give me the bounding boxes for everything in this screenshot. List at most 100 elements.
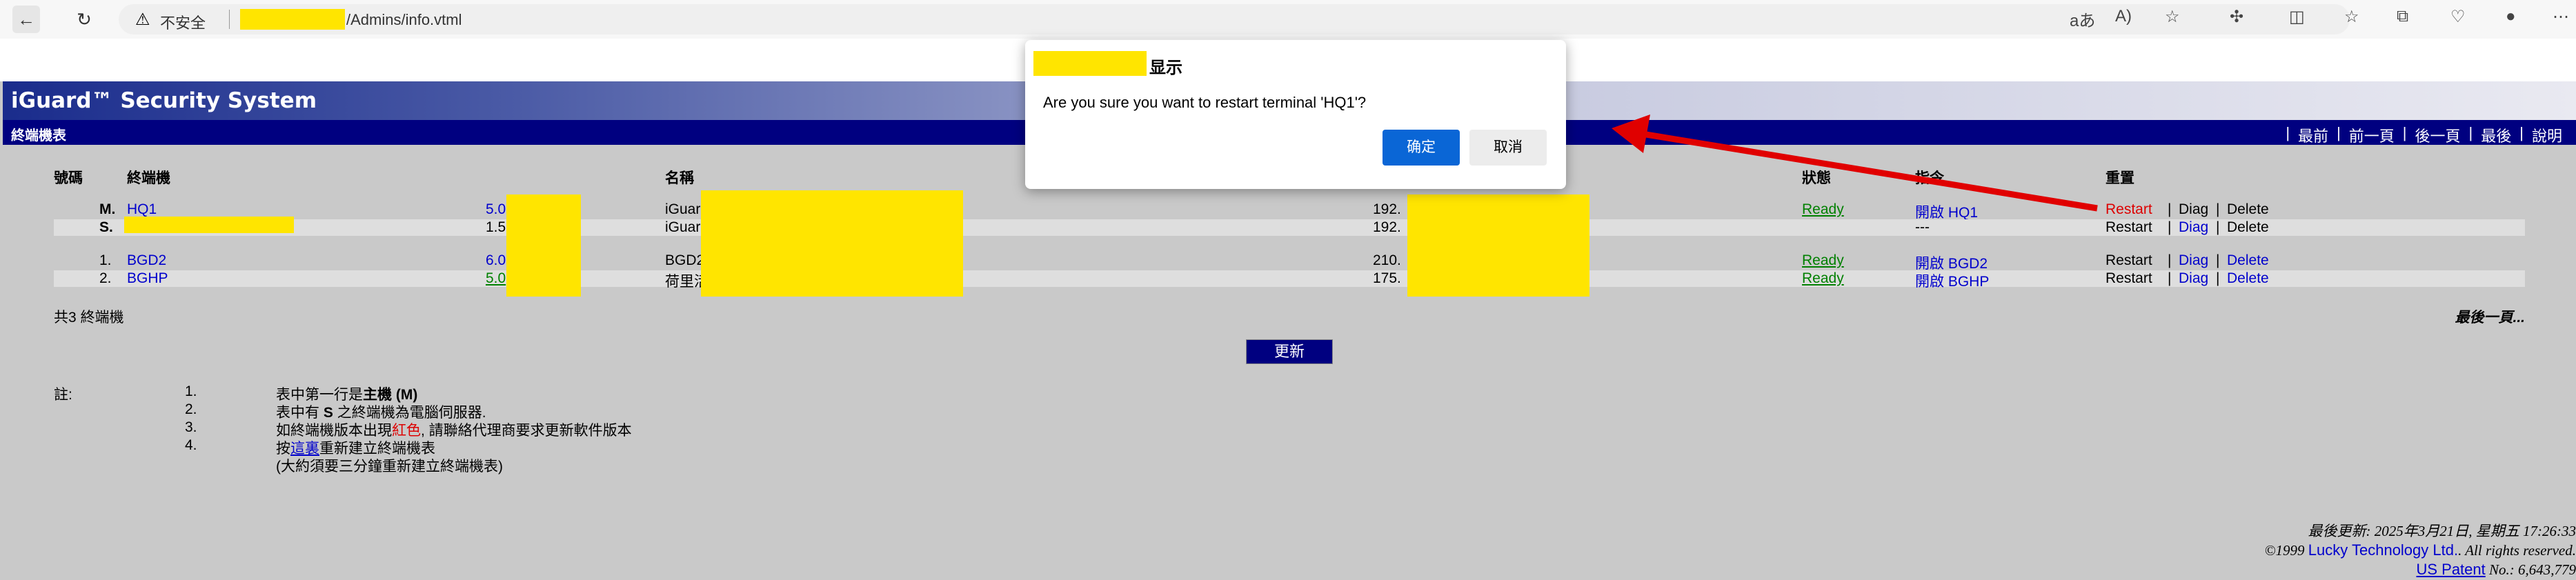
diag-link[interactable]: Diag <box>2179 270 2208 287</box>
nav-separator: | <box>2519 124 2524 141</box>
row-number: 2. <box>99 270 112 286</box>
favorites-icon[interactable]: ☆ <box>2344 7 2359 27</box>
rights-text: . All rights reserved. <box>2458 542 2576 559</box>
note-text: 按 <box>276 441 290 457</box>
last-updated: 最後更新: 2025年3月21日, 星期五 17:26:33 <box>2308 523 2576 539</box>
restart-link[interactable]: Restart <box>2106 201 2152 218</box>
restart-link[interactable]: Restart <box>2106 270 2152 287</box>
nav-separator: | <box>2402 124 2407 141</box>
browser-toolbar: ← ↻ ⚠ 不安全 /Admins/info.vtml aあ A) ☆ ✣ ◫ … <box>0 0 2576 39</box>
terminal-name: BGD2 <box>665 252 705 268</box>
url-path[interactable]: /Admins/info.vtml <box>346 11 462 29</box>
restart-link[interactable]: Restart <box>2106 219 2152 236</box>
version-value: 6.0 <box>486 252 506 268</box>
note-text: 表中第一行是 <box>276 387 363 403</box>
delete-link[interactable]: Delete <box>2227 252 2269 269</box>
terminal-count: 共3 終端機 <box>54 310 124 326</box>
extensions-icon[interactable]: ✣ <box>2230 7 2243 27</box>
security-label[interactable]: 不安全 <box>160 11 206 33</box>
open-terminal-link[interactable]: 開啟 BGHP <box>1915 270 1989 291</box>
terminal-link[interactable]: BGHP <box>127 270 168 287</box>
note-text: 表中有 <box>276 405 324 421</box>
note-number: 2. <box>185 401 197 417</box>
read-aloud-icon[interactable]: aあ <box>2070 7 2095 31</box>
nav-separator: | <box>2286 124 2290 141</box>
terminal-name: iGuar <box>665 201 701 217</box>
nav-last[interactable]: 最後 <box>2481 124 2511 146</box>
patent: US Patent No.: 6,643,779 <box>2265 560 2576 579</box>
note-bold: 主機 (M) <box>363 387 418 403</box>
separator: | <box>2216 219 2220 235</box>
profile-icon[interactable]: ● <box>2506 7 2516 26</box>
page-title: 終端機表 <box>11 128 66 143</box>
row-number: M. <box>99 201 116 217</box>
status-ready[interactable]: Ready <box>1802 270 1844 287</box>
copyright-text: ©1999 <box>2264 542 2308 559</box>
diag-link[interactable]: Diag <box>2179 252 2208 269</box>
text-size-icon[interactable]: A) <box>2115 7 2132 26</box>
note-text: 之終端機為電腦伺服器. <box>333 405 486 421</box>
delete-link[interactable]: Delete <box>2227 201 2269 218</box>
note-red-text: 紅色 <box>392 423 421 439</box>
notes-label: 註: <box>54 387 72 403</box>
command-none: --- <box>1915 219 1930 235</box>
cancel-button[interactable]: 取消 <box>1469 130 1547 166</box>
row-number: 1. <box>99 252 112 268</box>
note-text: (大約須要三分鐘重新建立終端機表) <box>276 459 503 474</box>
dialog-title: 显示 <box>1149 59 1182 77</box>
table-row: S. 1.5 iGuar 192. --- Restart | Diag | D… <box>54 219 2525 236</box>
terminal-link[interactable]: HQ1 <box>127 201 157 218</box>
last-page-link[interactable]: 最後一頁... <box>2455 306 2525 327</box>
terminal-name: iGuar <box>665 219 701 235</box>
status-ready[interactable]: Ready <box>1802 201 1844 218</box>
separator: | <box>2168 270 2172 286</box>
header-name: 名稱 <box>665 170 694 186</box>
note-text: 如終端機版本出現 <box>276 423 392 439</box>
note-text: , 請聯絡代理商要求更新軟件版本 <box>421 423 632 439</box>
nav-help[interactable]: 說明 <box>2532 124 2562 146</box>
copyright: ©1999 Lucky Technology Ltd.. All rights … <box>2265 541 2576 560</box>
back-icon[interactable]: ← <box>12 6 40 33</box>
collections-icon[interactable]: ⧉ <box>2397 7 2408 26</box>
diag-link[interactable]: Diag <box>2179 201 2208 218</box>
split-screen-icon[interactable]: ◫ <box>2289 7 2305 27</box>
footer: 最後更新: 2025年3月21日, 星期五 17:26:33 ©1999 Luc… <box>2265 521 2576 579</box>
redaction-box <box>701 190 963 297</box>
refresh-button[interactable]: 更新 <box>1246 339 1333 364</box>
row-number: S. <box>99 219 113 235</box>
redaction-box <box>124 217 294 233</box>
warning-icon[interactable]: ⚠ <box>135 10 150 30</box>
address-bar[interactable]: ⚠ 不安全 /Admins/info.vtml <box>119 4 2350 34</box>
nav-prev[interactable]: 前一頁 <box>2349 124 2395 146</box>
rebuild-link[interactable]: 這裏 <box>290 441 319 457</box>
ok-button[interactable]: 确定 <box>1383 130 1460 166</box>
separator: | <box>2216 201 2220 217</box>
note-number: 3. <box>185 419 197 435</box>
pager-nav: | 最前 | 前一頁 | 後一頁 | 最後 | 說明 <box>2277 124 2562 146</box>
diag-link[interactable]: Diag <box>2179 219 2208 236</box>
browser-essentials-icon[interactable]: ♡ <box>2450 7 2466 27</box>
delete-link[interactable]: Delete <box>2227 270 2269 287</box>
status-ready[interactable]: Ready <box>1802 252 1844 269</box>
restart-link[interactable]: Restart <box>2106 252 2152 269</box>
nav-next[interactable]: 後一頁 <box>2415 124 2461 146</box>
terminal-link[interactable]: BGD2 <box>127 252 166 269</box>
patent-link[interactable]: US Patent <box>2416 561 2485 578</box>
header-terminal: 終端機 <box>127 170 170 186</box>
delete-link[interactable]: Delete <box>2227 219 2269 236</box>
nav-separator: | <box>2337 124 2341 141</box>
table-row: 1. BGD2 6.0 BGD2 210. Ready 開啟 BGD2 Rest… <box>54 252 2525 272</box>
header-command: 指令 <box>1915 170 1944 186</box>
company-link[interactable]: Lucky Technology Ltd. <box>2308 541 2458 559</box>
favorite-star-icon[interactable]: ☆ <box>2165 7 2180 27</box>
ip-address: 175. <box>1373 270 1401 286</box>
more-icon[interactable]: ⋯ <box>2553 7 2569 27</box>
version-value: 1.5 <box>486 219 506 235</box>
version-value: 5.0 <box>486 201 506 217</box>
dialog-message: Are you sure you want to restart termina… <box>1043 94 1367 111</box>
reload-icon[interactable]: ↻ <box>70 6 98 33</box>
header-status: 狀態 <box>1802 170 1831 186</box>
redaction-box <box>506 194 581 297</box>
note-bold: S <box>323 405 333 421</box>
nav-first[interactable]: 最前 <box>2298 124 2328 146</box>
